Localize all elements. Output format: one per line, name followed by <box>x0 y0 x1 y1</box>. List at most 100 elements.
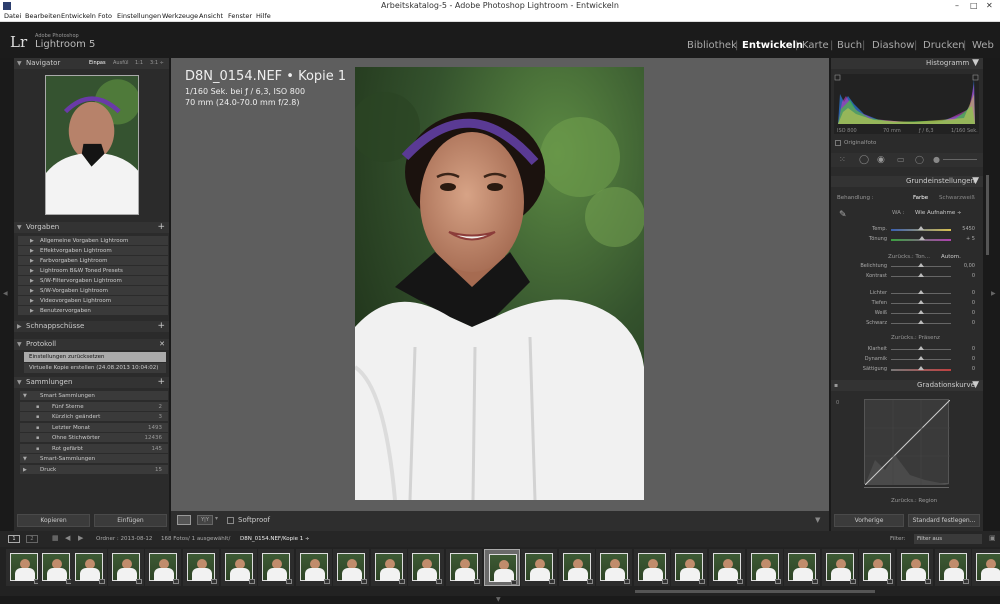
treatment-color[interactable]: Farbe <box>913 195 928 201</box>
temp-slider-handle[interactable] <box>918 226 924 230</box>
filter-lock-icon[interactable]: ▣ <box>989 534 996 542</box>
red-eye-icon[interactable]: ◉ <box>877 155 885 165</box>
contrast-value[interactable]: 0 <box>951 273 975 279</box>
exposure-value[interactable]: 0,00 <box>951 263 975 269</box>
preset-folder[interactable]: ▶ Effektvorgaben Lightroom <box>18 246 168 256</box>
filmstrip-thumbnail[interactable] <box>747 549 783 586</box>
spot-removal-icon[interactable]: ◯ <box>859 155 869 165</box>
highlights-value[interactable]: 0 <box>951 290 975 296</box>
filmstrip-thumbnail[interactable] <box>596 549 632 586</box>
navigator-preview[interactable] <box>45 75 139 215</box>
filmstrip-thumbnail[interactable] <box>484 549 520 586</box>
monitor-2-button[interactable]: 2 <box>26 535 38 543</box>
filmstrip-thumbnail[interactable] <box>634 549 670 586</box>
main-photo[interactable] <box>355 67 644 500</box>
maximize-icon[interactable]: □ <box>970 0 978 11</box>
collection-item[interactable]: ▼ Smart-Sammlungen <box>20 454 168 464</box>
paste-button[interactable]: Einfügen <box>94 514 167 527</box>
shadows-value[interactable]: 0 <box>951 300 975 306</box>
preset-folder[interactable]: ▶ Allgemeine Vorgaben Lightroom <box>18 236 168 246</box>
filmstrip-thumbnail[interactable] <box>71 549 107 586</box>
saturation-value[interactable]: 0 <box>951 366 975 372</box>
filmstrip-thumbnail[interactable] <box>859 549 895 586</box>
history-header[interactable]: ▼ Protokoll ✕ <box>14 339 169 350</box>
history-item[interactable]: Virtuelle Kopie erstellen (24.08.2013 10… <box>24 363 166 373</box>
crop-icon[interactable]: ⁙ <box>839 155 846 164</box>
filmstrip-thumbnail[interactable] <box>897 549 933 586</box>
minimize-icon[interactable]: – <box>955 0 959 11</box>
menu-entwickeln[interactable]: Entwickeln <box>61 11 96 22</box>
filmstrip-toggle-icon[interactable]: ▼ <box>496 596 501 603</box>
highlights-slider-handle[interactable] <box>918 290 924 294</box>
preset-folder[interactable]: ▶ Benutzervorgaben <box>18 306 168 316</box>
close-icon[interactable]: ✕ <box>986 0 993 11</box>
right-panel-scrollbar[interactable] <box>986 175 989 255</box>
monitor-1-button[interactable]: 1 <box>8 535 20 543</box>
clarity-value[interactable]: 0 <box>951 346 975 352</box>
module-diashow[interactable]: Diashow <box>872 40 914 51</box>
filmstrip-thumbnail[interactable] <box>145 549 181 586</box>
basic-header[interactable]: Grundeinstellungen ▼ <box>831 176 983 187</box>
filmstrip-thumbnail[interactable] <box>333 549 369 586</box>
filmstrip-thumbnail[interactable] <box>559 549 595 586</box>
preset-folder[interactable]: ▶ S/W-Filtervorgaben Lightroom <box>18 276 168 286</box>
radial-filter-icon[interactable]: ◯ <box>915 155 924 164</box>
filmstrip-thumbnail[interactable] <box>296 549 332 586</box>
filmstrip-source[interactable]: Ordner : 2013-08-12 <box>96 536 152 542</box>
auto-button[interactable]: Autom. <box>941 254 961 260</box>
menu-fenster[interactable]: Fenster <box>228 11 252 22</box>
whites-slider-handle[interactable] <box>918 310 924 314</box>
treatment-bw[interactable]: Schwarzweiß <box>939 195 975 201</box>
module-buch[interactable]: Buch <box>837 40 862 51</box>
filmstrip-thumbnail[interactable] <box>446 549 482 586</box>
grid-icon[interactable]: ▦ <box>52 534 59 542</box>
menu-bearbeiten[interactable]: Bearbeiten <box>25 11 61 22</box>
menu-einstellungen[interactable]: Einstellungen <box>117 11 161 22</box>
module-karte[interactable]: Karte <box>802 40 829 51</box>
zoom-1-1[interactable]: 1:1 <box>135 58 143 69</box>
filmstrip-thumbnail[interactable] <box>972 549 1000 586</box>
preset-folder[interactable]: ▶ Lightroom B&W Toned Presets <box>18 266 168 276</box>
exposure-slider-handle[interactable] <box>918 263 924 267</box>
copy-button[interactable]: Kopieren <box>17 514 90 527</box>
collection-item[interactable]: ▪ Rot gefärbt 145 <box>20 443 168 454</box>
clarity-slider-handle[interactable] <box>918 346 924 350</box>
navigator-header[interactable]: ▼ Navigator Einpas Ausfül 1:1 3:1 ÷ <box>14 58 169 69</box>
module-entwickeln[interactable]: Entwickeln <box>742 40 803 51</box>
collection-item[interactable]: ▪ Fünf Sterne 2 <box>20 401 168 412</box>
contrast-slider-handle[interactable] <box>918 273 924 277</box>
module-bibliothek[interactable]: Bibliothek <box>687 40 737 51</box>
toolbar-menu-icon[interactable]: ▼ <box>815 516 820 524</box>
tone-curve-header[interactable]: ▪ Gradationskurve ▼ <box>831 380 983 391</box>
previous-button[interactable]: Vorherige <box>834 514 904 527</box>
tone-curve-graph[interactable] <box>864 399 951 486</box>
collection-item[interactable]: ▼ Smart Sammlungen <box>20 391 168 401</box>
before-after-icon[interactable]: Y|Y <box>197 515 213 525</box>
right-panel-toggle-icon[interactable]: ▶ <box>991 290 996 297</box>
filmstrip-thumbnail[interactable] <box>221 549 257 586</box>
brush-icon[interactable]: ● <box>933 155 940 164</box>
history-item-selected[interactable]: Einstellungen zurücksetzen <box>24 352 166 362</box>
presence-reset[interactable]: Zurücks.: Präsenz <box>891 335 940 341</box>
collections-header[interactable]: ▼ Sammlungen + <box>14 377 169 388</box>
zoom-fill[interactable]: Ausfül <box>113 58 129 69</box>
loupe-view-icon[interactable] <box>177 515 191 525</box>
filmstrip-thumbnail[interactable] <box>709 549 745 586</box>
filmstrip-thumbnail[interactable] <box>408 549 444 586</box>
blacks-value[interactable]: 0 <box>951 320 975 326</box>
shadows-slider-handle[interactable] <box>918 300 924 304</box>
filmstrip-thumbnail[interactable] <box>371 549 407 586</box>
menu-ansicht[interactable]: Ansicht <box>199 11 223 22</box>
vibrance-value[interactable]: 0 <box>951 356 975 362</box>
histogram[interactable] <box>834 74 979 134</box>
filmstrip-thumbnail[interactable] <box>521 549 557 586</box>
module-web[interactable]: Web <box>972 40 994 51</box>
tint-value[interactable]: + 5 <box>951 236 975 242</box>
collection-item[interactable]: ▶ Druck 15 <box>20 464 168 475</box>
filmstrip-thumbnail[interactable] <box>6 549 42 586</box>
presets-header[interactable]: ▼ Vorgaben + <box>14 222 169 233</box>
filmstrip-scrollbar[interactable] <box>635 590 875 593</box>
preset-folder[interactable]: ▶ S/W-Vorgaben Lightroom <box>18 286 168 296</box>
vibrance-slider-handle[interactable] <box>918 356 924 360</box>
tone-reset[interactable]: Zurücks.: Ton... <box>888 254 930 260</box>
